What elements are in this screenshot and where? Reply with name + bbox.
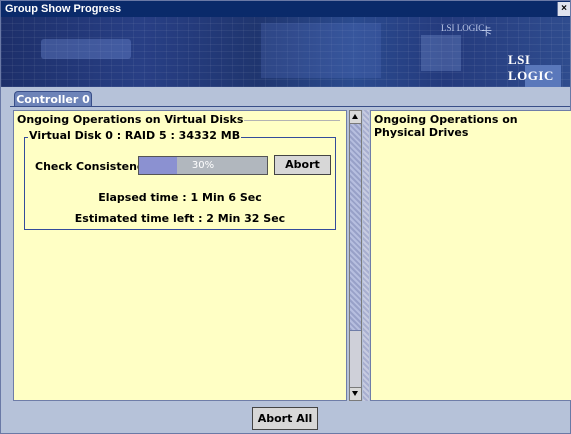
- lsi-logic-logo: LSI LOGIC: [508, 52, 554, 83]
- bottom-bar: Abort All: [1, 404, 570, 433]
- group-show-progress-window: Group Show Progress × LSI LOGIC 卡 LSI LO…: [0, 0, 571, 434]
- banner-small-logo: LSI LOGIC: [441, 23, 485, 33]
- virtual-disks-title: Ongoing Operations on Virtual Disks: [16, 113, 245, 126]
- banner-decoration: [41, 39, 131, 59]
- banner-small-glyph: 卡: [481, 26, 492, 38]
- tab-row: Controller 0: [1, 87, 570, 107]
- title-bar: Group Show Progress ×: [1, 1, 570, 17]
- tab-content: Ongoing Operations on Virtual Disks Virt…: [10, 106, 571, 405]
- arrow-down-icon[interactable]: [350, 387, 361, 400]
- close-icon[interactable]: ×: [557, 2, 570, 16]
- arrow-up-icon[interactable]: [350, 111, 361, 124]
- tab-controller-0[interactable]: Controller 0: [14, 91, 92, 107]
- physical-drives-title: Ongoing Operations on Physical Drives: [373, 113, 571, 139]
- physical-drives-panel: Ongoing Operations on Physical Drives: [370, 110, 571, 401]
- elapsed-time: Elapsed time : 1 Min 6 Sec: [98, 191, 262, 204]
- scroll-thumb[interactable]: [350, 124, 361, 331]
- virtual-disks-panel: Ongoing Operations on Virtual Disks Virt…: [13, 110, 347, 401]
- vertical-scrollbar[interactable]: [349, 110, 362, 401]
- abort-all-button[interactable]: Abort All: [252, 407, 318, 430]
- banner-decoration: [421, 35, 461, 71]
- progress-bar: 30%: [138, 156, 268, 175]
- virtual-disk-group: Virtual Disk 0 : RAID 5 : 34332 MB Check…: [24, 129, 336, 230]
- window-title: Group Show Progress: [5, 3, 122, 15]
- banner-decoration: [261, 23, 381, 78]
- estimated-time: Estimated time left : 2 Min 32 Sec: [74, 212, 286, 225]
- abort-button[interactable]: Abort: [274, 155, 331, 175]
- progress-text: 30%: [191, 160, 215, 171]
- virtual-disk-title: Virtual Disk 0 : RAID 5 : 34332 MB: [28, 129, 242, 142]
- split-pane-divider[interactable]: [363, 110, 369, 401]
- lsi-banner: LSI LOGIC 卡 LSI LOGIC: [1, 17, 570, 87]
- operation-label: Check Consistency: [35, 160, 151, 173]
